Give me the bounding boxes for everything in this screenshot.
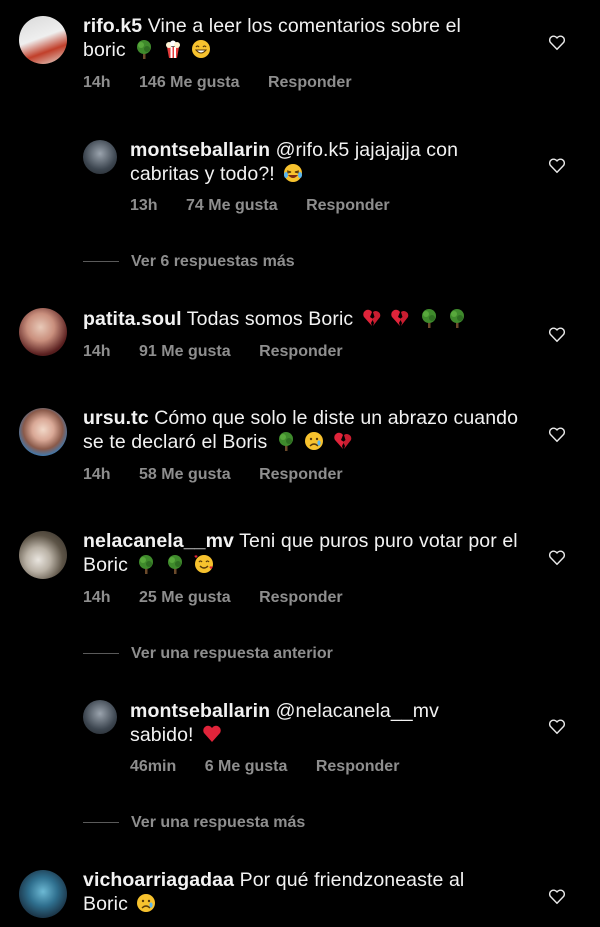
reply-button[interactable]: Responder bbox=[306, 197, 390, 215]
divider bbox=[83, 822, 119, 824]
likes-count[interactable]: 25 Me gusta bbox=[139, 589, 231, 607]
tree-emoji-icon bbox=[421, 309, 436, 328]
like-heart-icon[interactable] bbox=[547, 549, 567, 567]
broken-heart-emoji-icon bbox=[391, 309, 409, 326]
timestamp: 14h bbox=[83, 466, 111, 483]
tree-emoji-icon bbox=[137, 40, 152, 59]
comment-meta: 46min 6 Me gusta Responder bbox=[130, 758, 399, 776]
crying-emoji-icon bbox=[305, 432, 324, 450]
sad-tear-emoji-icon bbox=[137, 894, 156, 912]
timestamp: 14h bbox=[83, 589, 111, 606]
username[interactable]: vichoarriagadaa bbox=[83, 869, 234, 891]
view-more-replies[interactable]: Ver 6 respuestas más bbox=[83, 253, 295, 271]
timestamp: 13h bbox=[130, 197, 158, 214]
avatar[interactable] bbox=[19, 16, 67, 64]
comment-meta: 14h 25 Me gusta Responder bbox=[83, 589, 343, 607]
reply-button[interactable]: Responder bbox=[268, 74, 352, 92]
like-heart-icon[interactable] bbox=[547, 888, 567, 906]
comment-text: montseballarin @rifo.k5 jajajajja con ca… bbox=[130, 138, 510, 186]
likes-count[interactable]: 146 Me gusta bbox=[139, 74, 239, 92]
comment-text: nelacanela__mv Teni que puros puro votar… bbox=[83, 529, 523, 577]
tree-emoji-icon bbox=[450, 309, 465, 328]
likes-count[interactable]: 6 Me gusta bbox=[205, 758, 288, 776]
laughing-tears-emoji-icon bbox=[284, 164, 303, 182]
popcorn-emoji-icon bbox=[165, 40, 180, 58]
comment-text: rifo.k5 Vine a leer los comentarios sobr… bbox=[83, 14, 503, 62]
likes-count[interactable]: 91 Me gusta bbox=[139, 343, 231, 361]
avatar[interactable] bbox=[19, 408, 67, 456]
avatar[interactable] bbox=[19, 308, 67, 356]
broken-heart-emoji-icon bbox=[334, 432, 352, 449]
comment-text: montseballarin @nelacanela__mv sabido! bbox=[130, 699, 500, 747]
comment-meta: 14h 58 Me gusta Responder bbox=[83, 466, 343, 484]
like-heart-icon[interactable] bbox=[547, 157, 567, 175]
comment-body: Todas somos Boric bbox=[181, 308, 354, 330]
reply-button[interactable]: Responder bbox=[259, 466, 343, 484]
tree-emoji-icon bbox=[139, 555, 154, 574]
smiling-hearts-emoji-icon bbox=[194, 555, 213, 573]
timestamp: 14h bbox=[83, 343, 111, 360]
divider bbox=[83, 653, 119, 655]
comment-meta: 14h 91 Me gusta Responder bbox=[83, 343, 343, 361]
comment-body: Cómo que solo le diste un abrazo cuando … bbox=[83, 407, 519, 453]
username[interactable]: rifo.k5 bbox=[83, 15, 142, 37]
like-heart-icon[interactable] bbox=[547, 326, 567, 344]
username[interactable]: montseballarin bbox=[130, 139, 270, 161]
avatar[interactable] bbox=[83, 700, 117, 734]
reply-button[interactable]: Responder bbox=[259, 343, 343, 361]
comment-text: patita.soul Todas somos Boric bbox=[83, 307, 523, 331]
tree-emoji-icon bbox=[168, 555, 182, 574]
username[interactable]: patita.soul bbox=[83, 308, 182, 330]
avatar[interactable] bbox=[19, 531, 67, 579]
comment-text: ursu.tc Cómo que solo le diste un abrazo… bbox=[83, 406, 523, 454]
avatar[interactable] bbox=[83, 140, 117, 174]
likes-count[interactable]: 58 Me gusta bbox=[139, 466, 231, 484]
view-more-replies[interactable]: Ver una respuesta más bbox=[83, 814, 305, 832]
avatar[interactable] bbox=[19, 870, 67, 918]
like-heart-icon[interactable] bbox=[547, 426, 567, 444]
broken-heart-emoji-icon bbox=[363, 309, 380, 326]
view-more-label[interactable]: Ver una respuesta más bbox=[131, 814, 305, 831]
view-more-label[interactable]: Ver 6 respuestas más bbox=[131, 253, 295, 270]
comment-meta: 13h 74 Me gusta Responder bbox=[130, 197, 390, 215]
timestamp: 14h bbox=[83, 74, 111, 91]
tree-emoji-icon bbox=[278, 432, 293, 451]
reply-button[interactable]: Responder bbox=[316, 758, 400, 776]
view-previous-reply[interactable]: Ver una respuesta anterior bbox=[83, 645, 333, 663]
username[interactable]: ursu.tc bbox=[83, 407, 149, 429]
username[interactable]: nelacanela__mv bbox=[83, 530, 234, 552]
view-more-label[interactable]: Ver una respuesta anterior bbox=[131, 645, 333, 662]
divider bbox=[83, 261, 119, 263]
comment-meta: 14h 146 Me gusta Responder bbox=[83, 74, 352, 92]
username[interactable]: montseballarin bbox=[130, 700, 270, 722]
grin-emoji-icon bbox=[192, 40, 211, 58]
comment-text: vichoarriagadaa Por qué friendzoneaste a… bbox=[83, 868, 513, 916]
timestamp: 46min bbox=[130, 758, 177, 775]
like-heart-icon[interactable] bbox=[547, 718, 567, 736]
like-heart-icon[interactable] bbox=[547, 34, 567, 52]
red-heart-emoji-icon bbox=[203, 725, 221, 742]
reply-button[interactable]: Responder bbox=[259, 589, 343, 607]
likes-count[interactable]: 74 Me gusta bbox=[186, 197, 278, 215]
